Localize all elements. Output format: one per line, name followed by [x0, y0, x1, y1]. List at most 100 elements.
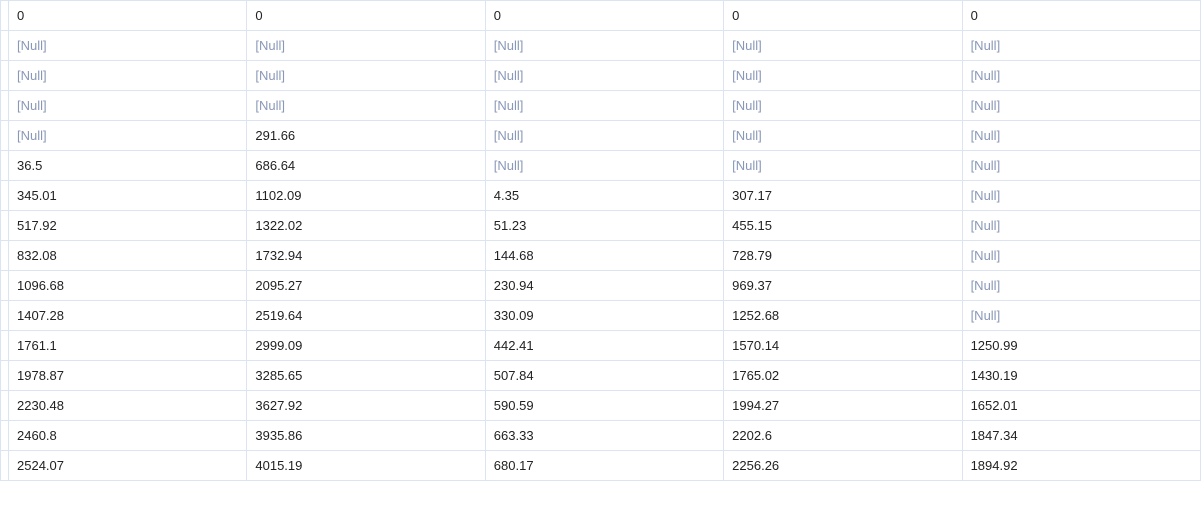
data-cell[interactable]: 307.17: [724, 181, 962, 211]
data-cell[interactable]: 3627.92: [247, 391, 485, 421]
data-cell[interactable]: 1570.14: [724, 331, 962, 361]
data-cell[interactable]: 728.79: [724, 241, 962, 271]
data-cell[interactable]: 2999.09: [247, 331, 485, 361]
data-cell[interactable]: 686.64: [247, 151, 485, 181]
table-row: 2230.483627.92590.591994.271652.01: [1, 391, 1201, 421]
data-cell[interactable]: [Null]: [962, 241, 1200, 271]
data-cell[interactable]: 1322.02: [247, 211, 485, 241]
table-row: [Null][Null][Null][Null][Null]: [1, 91, 1201, 121]
data-cell[interactable]: 330.09: [485, 301, 723, 331]
data-cell[interactable]: [Null]: [962, 121, 1200, 151]
data-cell[interactable]: 2095.27: [247, 271, 485, 301]
data-cell[interactable]: 442.41: [485, 331, 723, 361]
data-cell[interactable]: 832.08: [9, 241, 247, 271]
gutter-cell: [1, 361, 9, 391]
data-cell[interactable]: [Null]: [724, 121, 962, 151]
data-cell[interactable]: 507.84: [485, 361, 723, 391]
gutter-cell: [1, 91, 9, 121]
column-header[interactable]: 0: [724, 1, 962, 31]
table-row: 517.921322.0251.23455.15[Null]: [1, 211, 1201, 241]
data-cell[interactable]: [Null]: [247, 91, 485, 121]
gutter-header: [1, 1, 9, 31]
table-row: [Null][Null][Null][Null][Null]: [1, 31, 1201, 61]
data-cell[interactable]: [Null]: [962, 151, 1200, 181]
data-cell[interactable]: 1894.92: [962, 451, 1200, 481]
data-cell[interactable]: [Null]: [9, 91, 247, 121]
data-cell[interactable]: [Null]: [9, 61, 247, 91]
data-cell[interactable]: 1430.19: [962, 361, 1200, 391]
column-header[interactable]: 0: [485, 1, 723, 31]
data-cell[interactable]: [Null]: [724, 31, 962, 61]
table-row: 36.5686.64[Null][Null][Null]: [1, 151, 1201, 181]
table-row: 832.081732.94144.68728.79[Null]: [1, 241, 1201, 271]
gutter-cell: [1, 61, 9, 91]
data-cell[interactable]: 1847.34: [962, 421, 1200, 451]
data-cell[interactable]: 1102.09: [247, 181, 485, 211]
data-cell[interactable]: [Null]: [247, 31, 485, 61]
table-row: [Null][Null][Null][Null][Null]: [1, 61, 1201, 91]
data-grid[interactable]: 0 0 0 0 0 [Null][Null][Null][Null][Null]…: [0, 0, 1201, 481]
data-cell[interactable]: 2460.8: [9, 421, 247, 451]
data-cell[interactable]: 590.59: [485, 391, 723, 421]
data-cell[interactable]: [Null]: [962, 211, 1200, 241]
data-cell[interactable]: [Null]: [962, 61, 1200, 91]
data-cell[interactable]: 1732.94: [247, 241, 485, 271]
data-cell[interactable]: [Null]: [724, 61, 962, 91]
data-cell[interactable]: 663.33: [485, 421, 723, 451]
data-cell[interactable]: 455.15: [724, 211, 962, 241]
data-cell[interactable]: 144.68: [485, 241, 723, 271]
data-cell[interactable]: 3935.86: [247, 421, 485, 451]
data-cell[interactable]: 1250.99: [962, 331, 1200, 361]
data-cell[interactable]: 1407.28: [9, 301, 247, 331]
data-cell[interactable]: 1252.68: [724, 301, 962, 331]
column-header[interactable]: 0: [962, 1, 1200, 31]
data-cell[interactable]: [Null]: [485, 31, 723, 61]
gutter-cell: [1, 421, 9, 451]
gutter-cell: [1, 31, 9, 61]
data-cell[interactable]: [Null]: [962, 271, 1200, 301]
column-header[interactable]: 0: [9, 1, 247, 31]
table-row: 1407.282519.64330.091252.68[Null]: [1, 301, 1201, 331]
data-cell[interactable]: [Null]: [724, 151, 962, 181]
gutter-cell: [1, 151, 9, 181]
gutter-cell: [1, 301, 9, 331]
data-cell[interactable]: [Null]: [485, 61, 723, 91]
data-cell[interactable]: 1096.68: [9, 271, 247, 301]
data-cell[interactable]: 1978.87: [9, 361, 247, 391]
data-cell[interactable]: 680.17: [485, 451, 723, 481]
data-cell[interactable]: [Null]: [962, 181, 1200, 211]
data-cell[interactable]: 1994.27: [724, 391, 962, 421]
table-row: 1761.12999.09442.411570.141250.99: [1, 331, 1201, 361]
data-cell[interactable]: [Null]: [962, 301, 1200, 331]
data-cell[interactable]: [Null]: [485, 121, 723, 151]
data-cell[interactable]: 2256.26: [724, 451, 962, 481]
data-cell[interactable]: 2519.64: [247, 301, 485, 331]
data-cell[interactable]: 51.23: [485, 211, 723, 241]
data-cell[interactable]: 36.5: [9, 151, 247, 181]
data-cell[interactable]: 291.66: [247, 121, 485, 151]
data-cell[interactable]: 1761.1: [9, 331, 247, 361]
data-cell[interactable]: 2230.48: [9, 391, 247, 421]
data-cell[interactable]: [Null]: [9, 31, 247, 61]
data-cell[interactable]: 1765.02: [724, 361, 962, 391]
column-header[interactable]: 0: [247, 1, 485, 31]
data-cell[interactable]: [Null]: [962, 31, 1200, 61]
data-cell[interactable]: 2524.07: [9, 451, 247, 481]
data-cell[interactable]: [Null]: [485, 91, 723, 121]
table-row: [Null]291.66[Null][Null][Null]: [1, 121, 1201, 151]
data-cell[interactable]: [Null]: [962, 91, 1200, 121]
data-cell[interactable]: [Null]: [724, 91, 962, 121]
data-cell[interactable]: 345.01: [9, 181, 247, 211]
data-cell[interactable]: [Null]: [9, 121, 247, 151]
data-cell[interactable]: 4015.19: [247, 451, 485, 481]
gutter-cell: [1, 271, 9, 301]
data-cell[interactable]: [Null]: [485, 151, 723, 181]
data-cell[interactable]: 969.37: [724, 271, 962, 301]
data-cell[interactable]: 2202.6: [724, 421, 962, 451]
data-cell[interactable]: 1652.01: [962, 391, 1200, 421]
data-cell[interactable]: 517.92: [9, 211, 247, 241]
data-cell[interactable]: 230.94: [485, 271, 723, 301]
data-cell[interactable]: 4.35: [485, 181, 723, 211]
data-cell[interactable]: 3285.65: [247, 361, 485, 391]
data-cell[interactable]: [Null]: [247, 61, 485, 91]
